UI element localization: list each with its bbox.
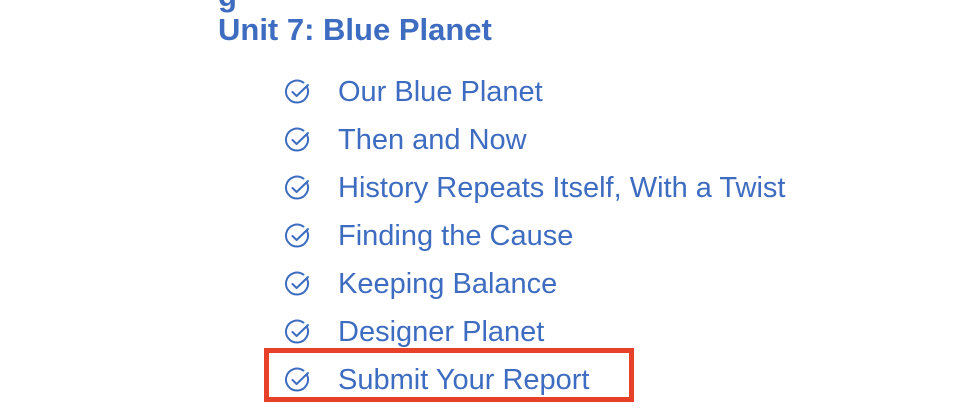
lesson-link-submit-your-report[interactable]: Submit Your Report — [338, 356, 589, 404]
lesson-link-keeping-balance[interactable]: Keeping Balance — [338, 260, 557, 308]
list-item: Submit Your Report — [284, 356, 786, 404]
list-item: Finding the Cause — [284, 212, 786, 260]
check-circle-icon — [284, 78, 312, 106]
check-circle-icon — [284, 222, 312, 250]
lesson-link-finding-the-cause[interactable]: Finding the Cause — [338, 212, 573, 260]
lesson-link-history-repeats-itself[interactable]: History Repeats Itself, With a Twist — [338, 164, 786, 212]
lesson-link-our-blue-planet[interactable]: Our Blue Planet — [338, 68, 543, 116]
check-circle-icon — [284, 318, 312, 346]
lesson-link-then-and-now[interactable]: Then and Now — [338, 116, 527, 164]
unit-title: Unit 7: Blue Planet — [218, 12, 492, 47]
list-item: Then and Now — [284, 116, 786, 164]
list-item: History Repeats Itself, With a Twist — [284, 164, 786, 212]
list-item: Our Blue Planet — [284, 68, 786, 116]
lesson-link-designer-planet[interactable]: Designer Planet — [338, 308, 544, 356]
list-item: Keeping Balance — [284, 260, 786, 308]
check-circle-icon — [284, 366, 312, 394]
list-item: Designer Planet — [284, 308, 786, 356]
lesson-list: Our Blue Planet Then and Now History Rep… — [284, 68, 786, 404]
check-circle-icon — [284, 174, 312, 202]
check-circle-icon — [284, 270, 312, 298]
check-circle-icon — [284, 126, 312, 154]
